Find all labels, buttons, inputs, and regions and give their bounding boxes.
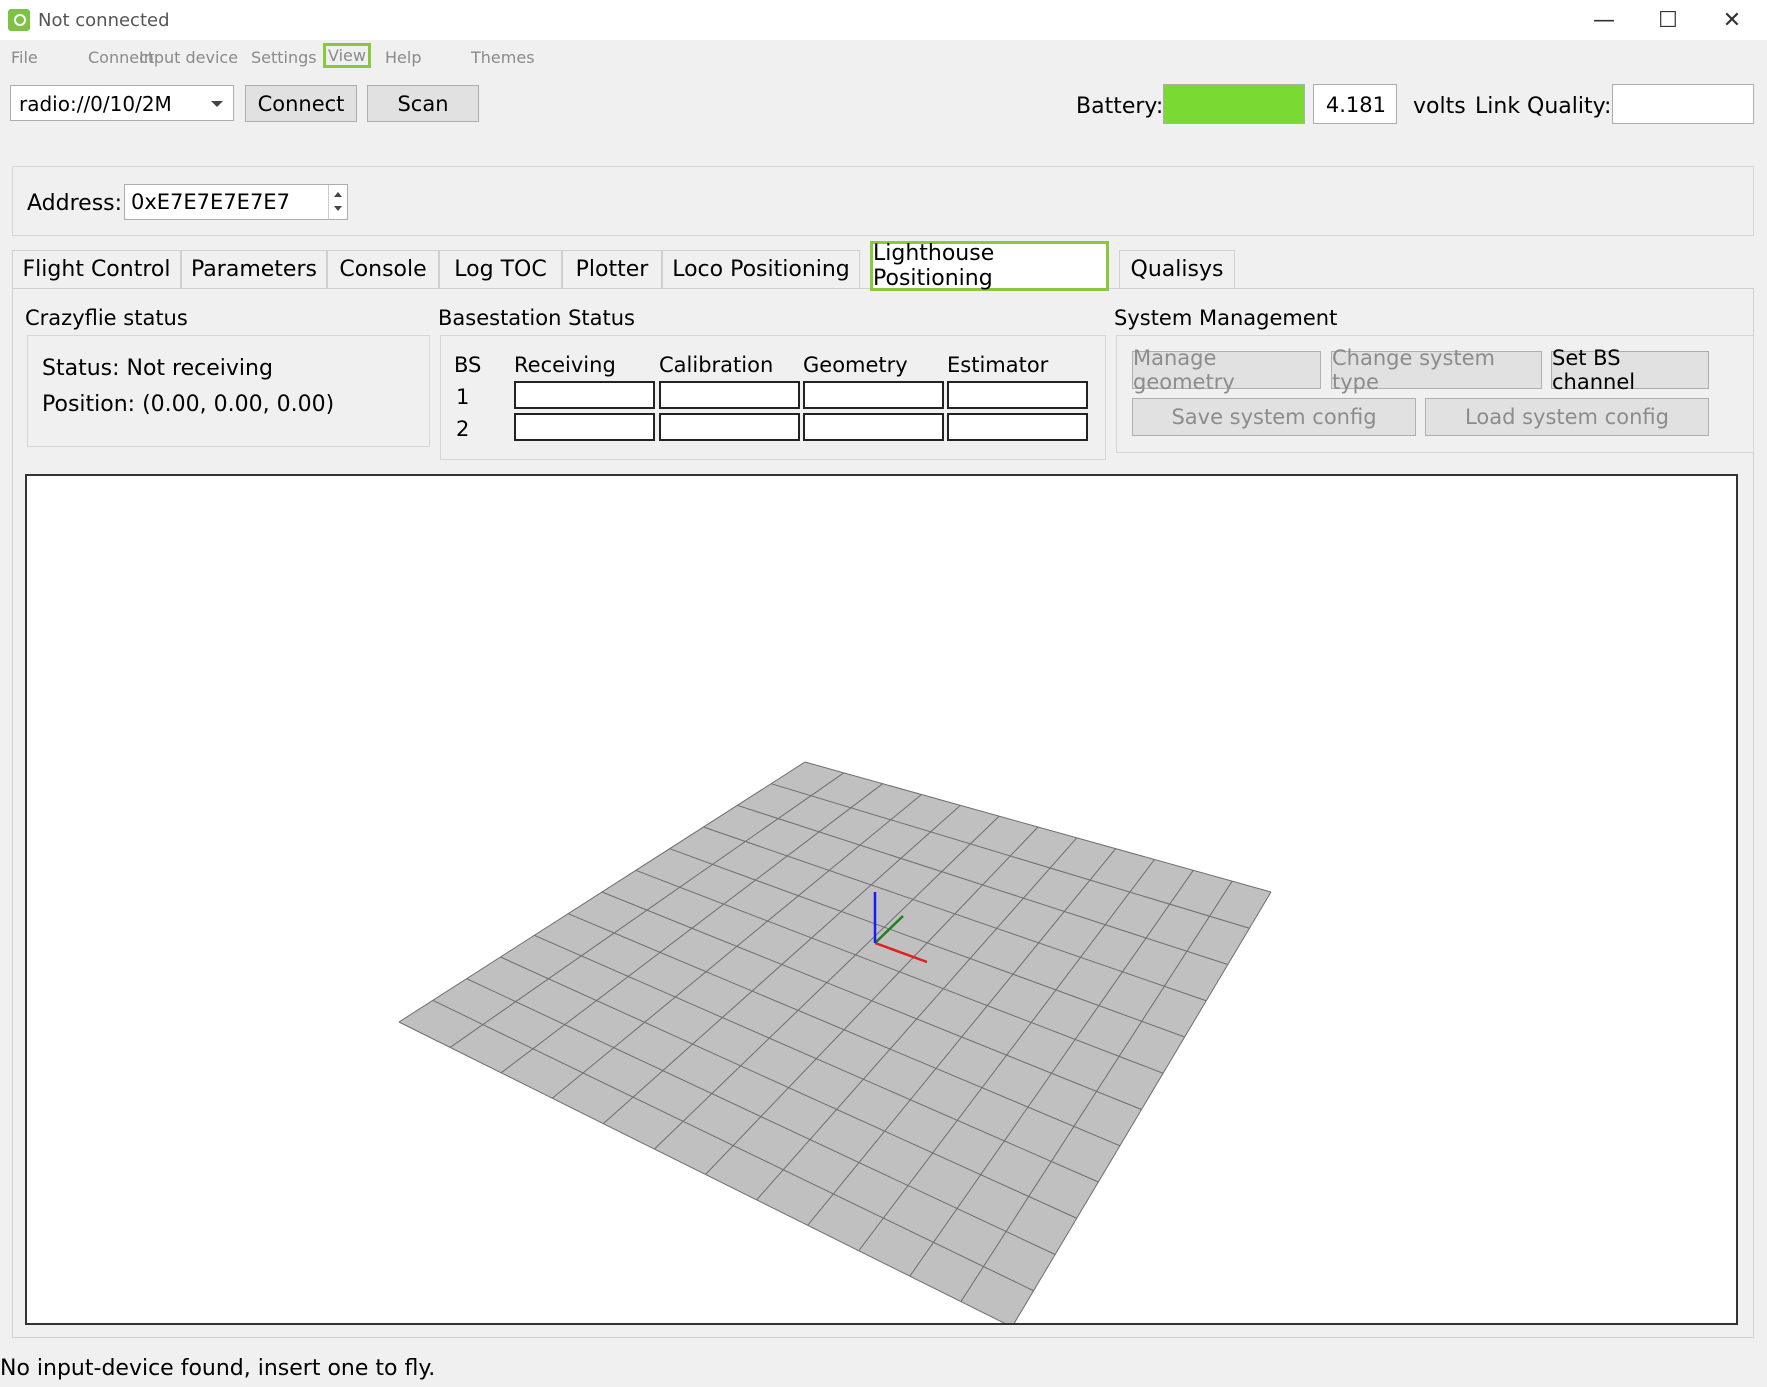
bs2-receiving-indicator — [514, 413, 655, 441]
system-management-title: System Management — [1114, 306, 1338, 330]
volts-label: volts — [1413, 94, 1466, 119]
cf-status-text: Status: Not receiving — [42, 356, 273, 381]
estimator-column-header: Estimator — [947, 353, 1049, 377]
battery-voltage-field: 4.181 — [1313, 84, 1397, 124]
battery-label: Battery: — [1076, 94, 1164, 119]
tab-log-toc[interactable]: Log TOC — [439, 250, 562, 288]
window-title: Not connected — [38, 10, 170, 31]
bs2-calibration-indicator — [659, 413, 800, 441]
cf-position-text: Position: (0.00, 0.00, 0.00) — [42, 392, 335, 417]
scan-button[interactable]: Scan — [367, 85, 479, 122]
crazyflie-status-title: Crazyflie status — [25, 306, 188, 330]
change-system-type-button[interactable]: Change system type — [1331, 346, 1542, 394]
tab-loco-positioning[interactable]: Loco Positioning — [662, 250, 860, 288]
tab-lighthouse-positioning[interactable]: Lighthouse Positioning — [870, 241, 1109, 291]
spin-arrows-icon[interactable] — [328, 185, 347, 219]
link-quality-label: Link Quality: — [1475, 94, 1612, 119]
save-system-config-button[interactable]: Save system config — [1132, 398, 1416, 436]
status-bar-message: No input-device found, insert one to fly… — [0, 1356, 436, 1381]
tab-console[interactable]: Console — [327, 250, 439, 288]
menu-settings[interactable]: Settings — [248, 46, 320, 69]
menu-themes[interactable]: Themes — [468, 46, 538, 69]
menu-file[interactable]: File — [8, 46, 41, 69]
bs1-estimator-indicator — [947, 381, 1088, 409]
link-quality-field — [1612, 84, 1754, 124]
bs1-geometry-indicator — [803, 381, 944, 409]
address-value: 0xE7E7E7E7E7 — [131, 190, 290, 214]
bs2-geometry-indicator — [803, 413, 944, 441]
calibration-column-header: Calibration — [659, 353, 774, 377]
receiving-column-header: Receiving — [514, 353, 616, 377]
minimize-button[interactable]: — — [1574, 4, 1634, 36]
bs2-estimator-indicator — [947, 413, 1088, 441]
connect-button[interactable]: Connect — [245, 85, 357, 122]
menu-bar: File Connect Input device Settings View … — [0, 42, 1767, 72]
bs1-calibration-indicator — [659, 381, 800, 409]
uri-dropdown[interactable]: radio://0/10/2M — [10, 85, 234, 121]
chevron-down-icon — [211, 101, 223, 107]
title-bar — [0, 0, 1767, 40]
tab-parameters[interactable]: Parameters — [181, 250, 327, 288]
3d-position-view[interactable] — [25, 474, 1738, 1328]
set-bs-channel-button[interactable]: Set BS channel — [1551, 346, 1709, 394]
3d-scene — [398, 761, 1272, 1328]
tab-plotter[interactable]: Plotter — [562, 250, 662, 288]
menu-help[interactable]: Help — [382, 46, 424, 69]
menu-input-device[interactable]: Input device — [136, 46, 241, 69]
bs-row-label: 1 — [456, 385, 470, 409]
bs-column-header: BS — [454, 353, 482, 377]
manage-geometry-button[interactable]: Manage geometry — [1132, 346, 1321, 394]
geometry-column-header: Geometry — [803, 353, 908, 377]
tab-qualisys[interactable]: Qualisys — [1119, 250, 1235, 288]
app-logo-icon — [8, 9, 30, 31]
uri-value: radio://0/10/2M — [19, 92, 172, 116]
close-button[interactable]: ✕ — [1702, 4, 1762, 36]
maximize-button[interactable]: ☐ — [1638, 4, 1698, 36]
tab-flight-control[interactable]: Flight Control — [12, 250, 181, 288]
crazyflie-status-group — [27, 335, 430, 447]
bs-row-label: 2 — [456, 417, 470, 441]
basestation-status-title: Basestation Status — [438, 306, 635, 330]
battery-level-bar — [1163, 84, 1305, 124]
bs1-receiving-indicator — [514, 381, 655, 409]
address-spinbox[interactable]: 0xE7E7E7E7E7 — [124, 184, 348, 220]
menu-view[interactable]: View — [323, 43, 371, 68]
load-system-config-button[interactable]: Load system config — [1425, 398, 1709, 436]
address-label: Address: — [27, 191, 123, 216]
